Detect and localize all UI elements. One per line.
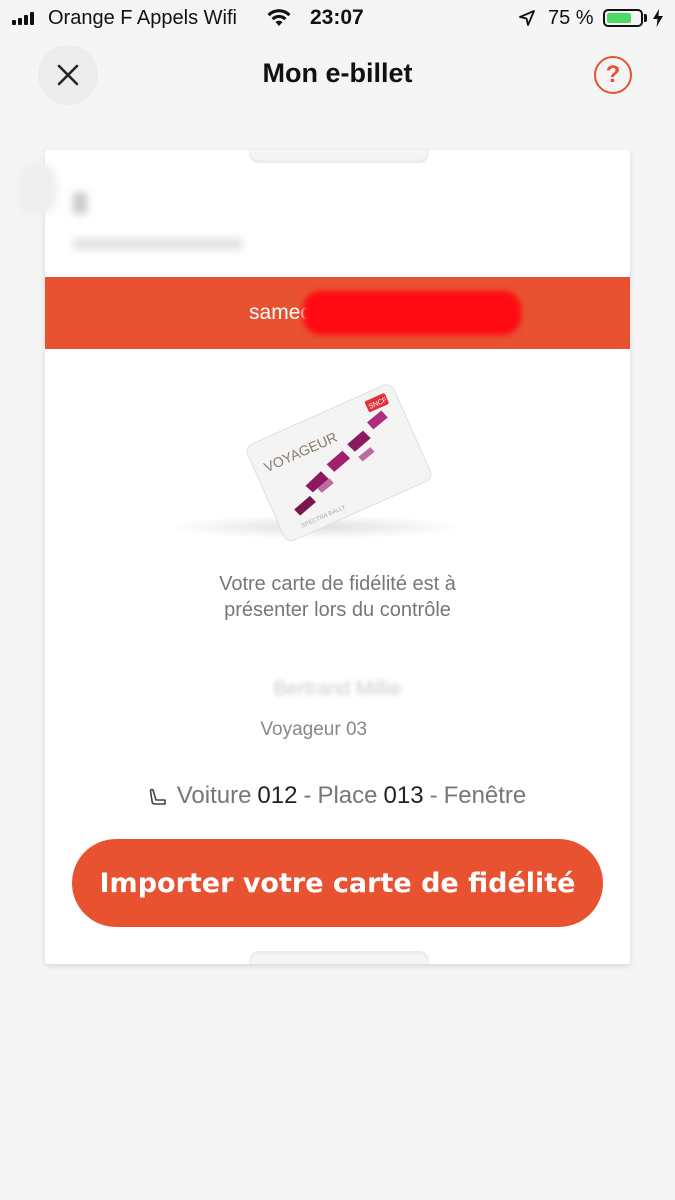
location-arrow-icon (519, 10, 535, 26)
traveler-name: Bertrand Millie (273, 678, 402, 700)
e-ticket-card: samedi 20 SNCF VOYAGEUR SPECTRA BALLY Vo… (17, 150, 630, 964)
redaction-mark (303, 291, 521, 335)
carrier-name: Orange F Appels Wifi (48, 7, 237, 29)
wifi-icon (267, 9, 291, 26)
battery-cap (644, 14, 647, 22)
blurred-subheading (73, 238, 243, 250)
loyalty-card-illustration: SNCF VOYAGEUR SPECTRA BALLY (246, 384, 432, 542)
clock: 23:07 (310, 6, 364, 29)
seat-icon (149, 788, 166, 805)
battery-percent: 75 % (548, 7, 594, 29)
battery-icon (603, 9, 643, 27)
seat-separator-1: - (303, 782, 312, 809)
info-line-1: Votre carte de fidélité est à (219, 573, 456, 595)
traveler-card-number: Voyageur 03 (45, 719, 630, 741)
car-label: Voiture (176, 782, 252, 809)
place-label: Place (317, 782, 378, 809)
page-title: Mon e-billet (262, 58, 413, 88)
blurred-heading (73, 192, 87, 214)
status-bar: Orange F Appels Wifi 23:07 75 % (0, 0, 675, 40)
seat-separator-2: - (429, 782, 438, 809)
date-banner: samedi 20 (45, 277, 630, 349)
seat-info: Voiture 012 - Place 013 - Fenêtre (45, 782, 630, 810)
ticket-notch-top (249, 150, 429, 163)
traveler-card-redacted (367, 719, 415, 740)
traveler-card-label: Voyageur 03 (260, 719, 368, 740)
info-line-2: présenter lors du contrôle (224, 599, 451, 621)
ticket-notch-bottom (249, 951, 429, 964)
battery-level (607, 13, 631, 23)
signal-icon (12, 11, 34, 25)
car-number: 012 (257, 782, 298, 809)
seat-position: Fenêtre (443, 782, 527, 809)
help-button[interactable]: ? (594, 56, 632, 94)
place-number: 013 (383, 782, 424, 809)
blurred-avatar (17, 162, 57, 216)
charging-bolt-icon (653, 9, 663, 27)
loyalty-card-info: Votre carte de fidélité est à présenter … (45, 571, 630, 623)
import-loyalty-card-button[interactable]: Importer votre carte de fidélité (72, 839, 603, 927)
